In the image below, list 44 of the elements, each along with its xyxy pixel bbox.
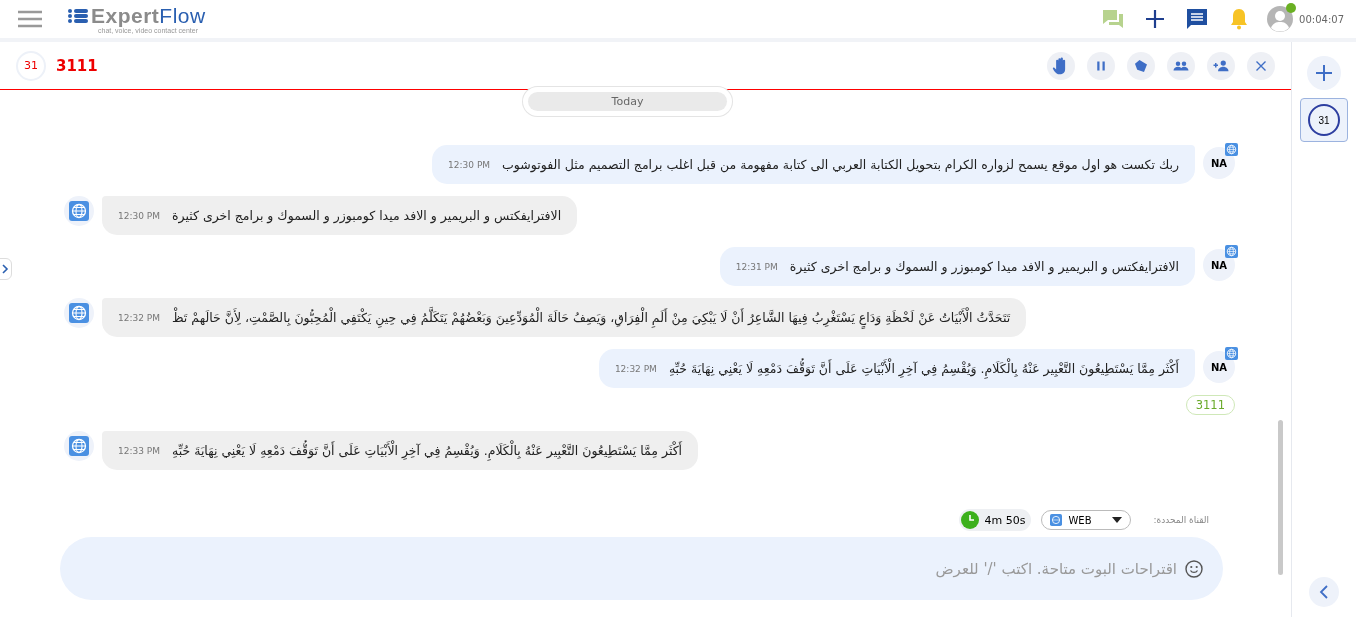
tag-button[interactable] <box>1127 51 1155 80</box>
message-time: 12:30 PM <box>448 159 491 170</box>
collapse-button[interactable] <box>1309 577 1339 607</box>
plus-icon <box>1315 64 1333 82</box>
caret-icon <box>1112 517 1123 523</box>
globe-icon <box>1225 143 1238 156</box>
globe-icon <box>1050 514 1063 526</box>
new-conversation-button[interactable] <box>1307 56 1341 90</box>
pause-button[interactable] <box>1087 51 1115 80</box>
message-text: الافترايفكتس و البريمير و الافد ميدا كومبوزر و السموك و برامج اخرى كثيرة <box>172 208 562 223</box>
message-time: 12:30 PM <box>118 210 160 221</box>
globe-icon <box>1225 347 1238 360</box>
globe-icon <box>69 201 89 221</box>
message-icon[interactable] <box>1185 7 1210 31</box>
people-button[interactable] <box>1167 51 1195 80</box>
globe-icon <box>1225 245 1238 258</box>
message-time: 12:32 PM <box>614 363 657 374</box>
scrollbar[interactable] <box>1278 420 1283 575</box>
chevron-left-icon <box>1319 585 1329 599</box>
emoji-icon[interactable] <box>1185 559 1203 578</box>
conversation-badge: 31 <box>16 50 46 81</box>
duration-text: 4m 50s <box>984 513 1026 527</box>
message-text: ربك تكست هو اول موقع يسمح لزواره الكرام بتحويل الكتابة العربي الى كتابة مفهومة من قبل اغلب برامج التصميم مثل الفوتوشوب <box>502 157 1179 172</box>
message-input[interactable]: اقتراحات البوت متاحة. اكتب '/' للعرض <box>80 552 1179 585</box>
session-timer: 00:04:07 <box>1299 13 1344 25</box>
message-time: 12:32 PM <box>118 312 160 323</box>
conversation-title: 3111 <box>56 56 98 75</box>
message-time: 12:31 PM <box>735 261 778 272</box>
message-field[interactable]: اقتراحات البوت متاحة. اكتب '/' للعرض <box>60 537 1223 600</box>
message-text: الافترايفكتس و البريمير و الافد ميدا كومبوزر و السموك و برامج اخرى كثيرة <box>789 259 1179 274</box>
conversation-tab[interactable]: 31 <box>1300 98 1348 142</box>
avatar-icon[interactable] <box>1267 6 1294 32</box>
clock-icon <box>961 511 980 529</box>
globe-icon <box>69 436 89 456</box>
expand-button[interactable] <box>0 258 12 280</box>
chevron-right-icon <box>1 264 9 274</box>
add-person-button[interactable] <box>1207 51 1235 80</box>
globe-icon <box>69 303 89 323</box>
hand-button[interactable] <box>1047 51 1075 80</box>
logo-text: ExpertFlow <box>91 4 206 27</box>
logo-icon <box>68 8 88 23</box>
message-time: 12:33 PM <box>118 445 160 456</box>
menu-icon[interactable] <box>18 10 42 28</box>
channel-label: القناة المحددة: <box>1153 515 1209 525</box>
